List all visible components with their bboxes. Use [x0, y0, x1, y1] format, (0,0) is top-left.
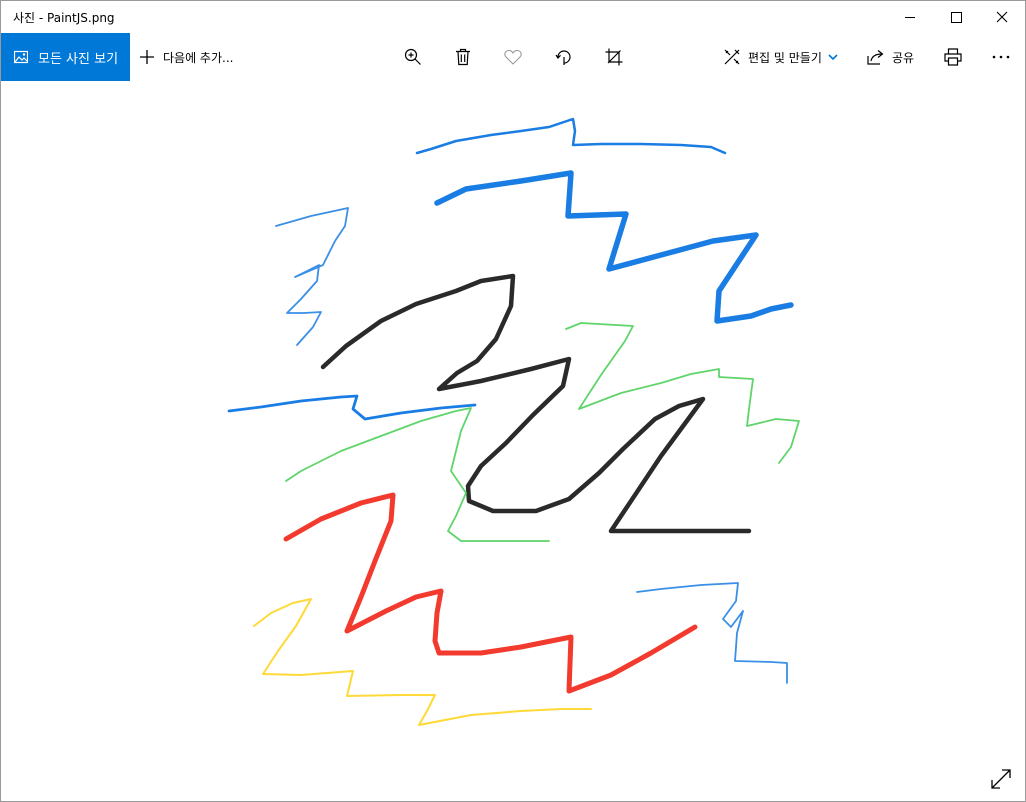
- plus-icon: [140, 50, 154, 64]
- more-button[interactable]: [989, 45, 1013, 69]
- all-photos-button[interactable]: 모든 사진 보기: [1, 33, 130, 81]
- add-to-label: 다음에 추가...: [163, 50, 234, 65]
- photo-image: [227, 117, 800, 726]
- chevron-down-icon: [828, 54, 838, 60]
- heart-icon: [504, 49, 522, 65]
- share-button[interactable]: 공유: [867, 33, 914, 81]
- zoom-in-icon: [404, 48, 421, 65]
- rotate-button[interactable]: [552, 45, 576, 69]
- maximize-icon: [950, 11, 962, 23]
- delete-button[interactable]: [451, 45, 475, 69]
- print-button[interactable]: [941, 45, 965, 69]
- share-label: 공유: [892, 50, 915, 65]
- zoom-button[interactable]: [401, 45, 425, 69]
- crop-icon: [605, 48, 623, 66]
- edit-create-icon: [724, 49, 740, 65]
- fullscreen-icon[interactable]: [989, 767, 1013, 791]
- add-to-button[interactable]: 다음에 추가...: [139, 33, 233, 81]
- share-icon: [867, 50, 884, 65]
- more-icon: [992, 55, 1010, 59]
- title-bar: 사진 - PaintJS.png: [1, 1, 1025, 33]
- minimize-button[interactable]: [887, 1, 933, 33]
- edit-create-label: 편집 및 만들기: [748, 50, 822, 65]
- favorite-button[interactable]: [501, 45, 525, 69]
- close-icon: [996, 11, 1008, 23]
- crop-button[interactable]: [602, 45, 626, 69]
- close-button[interactable]: [979, 1, 1025, 33]
- maximize-button[interactable]: [933, 1, 979, 33]
- photos-app-window: 사진 - PaintJS.png 모든 사진 보기 다음에 추가... 편집 및…: [0, 0, 1026, 802]
- printer-icon: [944, 48, 962, 66]
- toolbar: 모든 사진 보기 다음에 추가... 편집 및 만들기 공유: [1, 33, 1025, 81]
- photo-view[interactable]: [1, 81, 1025, 801]
- image-icon: [14, 50, 28, 64]
- all-photos-label: 모든 사진 보기: [38, 51, 119, 67]
- minimize-icon: [905, 16, 915, 18]
- trash-icon: [456, 48, 470, 66]
- edit-create-button[interactable]: 편집 및 만들기: [723, 33, 838, 81]
- window-title: 사진 - PaintJS.png: [13, 11, 115, 25]
- rotate-icon: [555, 50, 571, 65]
